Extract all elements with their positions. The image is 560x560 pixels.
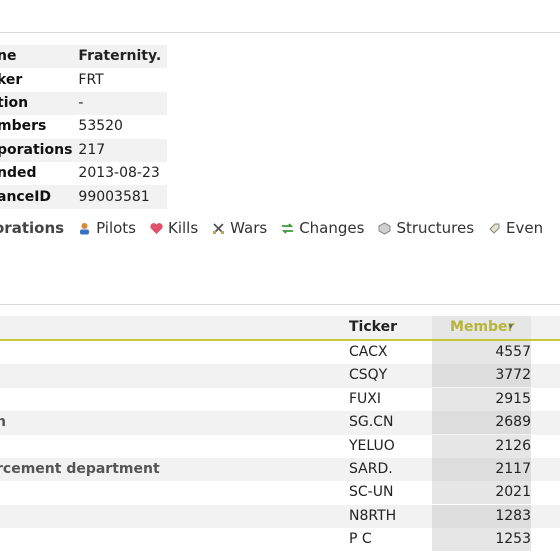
tab-label: Kills <box>168 219 199 237</box>
table-row[interactable]: P C 1253 <box>0 528 560 552</box>
info-key: anceID <box>0 185 76 209</box>
info-value: Fraternity. <box>75 45 168 69</box>
member-cell: 2021 <box>432 481 531 505</box>
sort-desc-icon: ▾ <box>508 322 513 332</box>
tab-label: Changes <box>299 219 365 237</box>
tab-structures[interactable]: Structures <box>378 219 474 237</box>
info-key: porations <box>0 138 76 162</box>
table-row[interactable]: n SG.CN 2689 <box>0 411 560 435</box>
info-value: 2013-08-23 <box>75 161 168 186</box>
info-key: nded <box>0 161 76 186</box>
table-row[interactable]: FUXI 2915 <box>0 387 560 412</box>
member-header-label: Member <box>450 319 515 335</box>
ticker-cell: CSQY <box>349 367 388 384</box>
tab-label: Structures <box>396 219 475 237</box>
info-value: 53520 <box>75 115 168 139</box>
table-row[interactable]: CACX 4557 <box>0 341 560 365</box>
ticker-cell: YELUO <box>349 437 395 454</box>
corp-name-cell[interactable]: rcement department <box>0 458 160 481</box>
member-cell: 2126 <box>432 434 531 458</box>
table-row[interactable]: N8RTH 1283 <box>0 504 560 529</box>
info-value: 217 <box>75 138 168 162</box>
table-header: Ticker Member▾ <box>0 316 560 341</box>
section-divider <box>0 304 560 305</box>
section-tabs: orations Pilots Kills Wars Changes Struc… <box>0 219 557 237</box>
tab-label: Even <box>506 219 544 237</box>
table-row[interactable]: SC-UN 2021 <box>0 481 560 505</box>
info-row-corporations: porations 217 <box>0 138 168 162</box>
table-row[interactable]: YELUO 2126 <box>0 434 560 458</box>
tab-pilots[interactable]: Pilots <box>78 219 136 237</box>
corp-name-cell[interactable]: n <box>0 411 6 434</box>
pilot-icon <box>80 222 90 234</box>
tab-wars[interactable]: Wars <box>212 219 267 237</box>
tab-label: Wars <box>230 219 268 237</box>
info-row-faction: tion - <box>0 91 168 116</box>
member-cell: 1253 <box>432 528 531 552</box>
ticker-cell: SC-UN <box>349 484 394 501</box>
ticker-cell: CACX <box>349 344 388 360</box>
arrows-icon <box>282 222 294 234</box>
info-key: ker <box>0 68 76 92</box>
structure-icon <box>378 221 391 235</box>
info-row-allianceid: anceID 99003581 <box>0 185 168 209</box>
info-row-name: ne Fraternity. <box>0 45 168 69</box>
member-cell: 2117 <box>432 457 531 481</box>
member-cell: 2915 <box>432 387 531 411</box>
ticker-cell: FUXI <box>349 390 382 407</box>
ticker-cell: SG.CN <box>349 414 394 431</box>
info-value: FRT <box>75 68 168 92</box>
member-cell: 1283 <box>432 504 531 528</box>
member-column-header[interactable]: Member▾ <box>432 316 531 339</box>
tab-label: orations <box>0 219 65 237</box>
tag-icon <box>489 223 500 234</box>
crossed-swords-icon <box>213 222 225 234</box>
info-row-members: mbers 53520 <box>0 115 168 139</box>
tab-events[interactable]: Even <box>488 219 543 237</box>
tab-label: Pilots <box>96 219 136 237</box>
ticker-cell: SARD. <box>349 460 393 477</box>
info-key: ne <box>0 45 76 69</box>
info-row-ticker: ker FRT <box>0 68 168 92</box>
alliance-info-table: ne Fraternity. ker FRT tion - mbers 53520 po… <box>0 45 168 209</box>
corporations-table: Ticker Member▾ CACX 4557 CSQY 3772 FUXI 291… <box>0 316 560 552</box>
info-key: mbers <box>0 115 76 139</box>
tab-corporations[interactable]: orations <box>0 219 64 237</box>
tab-kills[interactable]: Kills <box>150 219 198 237</box>
info-value: 99003581 <box>75 185 168 209</box>
member-cell: 3772 <box>432 364 531 388</box>
ticker-column-header[interactable]: Ticker <box>349 319 397 335</box>
member-cell: 4557 <box>432 341 531 364</box>
ticker-cell: N8RTH <box>349 507 397 524</box>
info-row-founded: nded 2013-08-23 <box>0 161 168 186</box>
top-divider <box>0 32 560 33</box>
heart-icon <box>150 222 163 234</box>
tab-changes[interactable]: Changes <box>281 219 364 237</box>
ticker-cell: P C <box>349 531 372 548</box>
info-key: tion <box>0 91 76 116</box>
table-row[interactable]: rcement department SARD. 2117 <box>0 457 560 482</box>
info-value: - <box>75 91 168 116</box>
table-row[interactable]: CSQY 3772 <box>0 364 560 388</box>
member-cell: 2689 <box>432 411 531 435</box>
